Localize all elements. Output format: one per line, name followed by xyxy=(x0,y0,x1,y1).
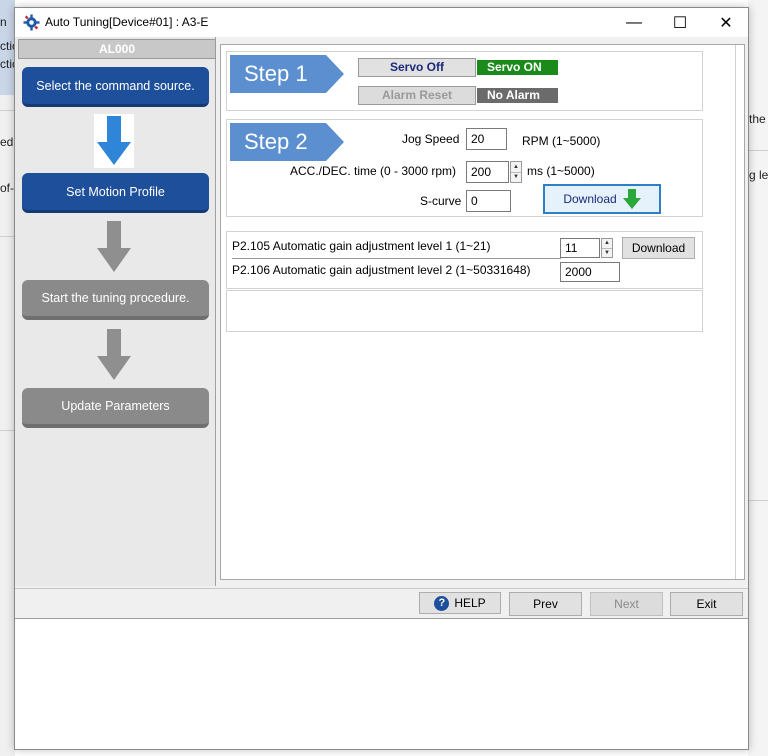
step-select-command-source[interactable]: Select the command source. xyxy=(22,67,209,107)
alarm-code-display: AL000 xyxy=(18,39,216,59)
spin-down-icon[interactable]: ▼ xyxy=(602,249,612,258)
step-label: Start the tuning procedure. xyxy=(41,291,190,305)
params-download-button[interactable]: Download xyxy=(622,237,695,259)
help-label: HELP xyxy=(454,596,486,610)
arrow-down-gray-icon xyxy=(97,221,131,272)
gain-level-1-stepper[interactable]: ▲ ▼ xyxy=(601,238,613,258)
download-label: Download xyxy=(563,192,617,206)
maximize-button[interactable]: ☐ xyxy=(657,8,703,37)
arrow-down-blue-icon xyxy=(94,114,134,168)
jog-speed-unit: RPM (1~5000) xyxy=(522,134,601,148)
auto-tuning-dialog: Auto Tuning[Device#01] : A3-E — ☐ ✕ AL00… xyxy=(14,7,749,750)
jog-speed-label: Jog Speed xyxy=(402,132,460,146)
acc-dec-unit: ms (1~5000) xyxy=(527,164,595,178)
download-arrow-icon xyxy=(622,189,641,209)
jog-speed-input[interactable]: 20 xyxy=(466,128,507,150)
spin-down-icon[interactable]: ▼ xyxy=(511,173,521,183)
next-button[interactable]: Next xyxy=(590,592,663,616)
profile-download-button[interactable]: Download xyxy=(543,184,661,214)
step2-label: Step 2 xyxy=(244,129,308,154)
steps-panel: AL000 Select the command source. Set Mot… xyxy=(15,37,216,586)
step-label: Select the command source. xyxy=(36,78,195,93)
servo-off-button[interactable]: Servo Off xyxy=(358,58,476,77)
step-set-motion-profile[interactable]: Set Motion Profile xyxy=(22,173,209,213)
acc-dec-input[interactable]: 200 xyxy=(466,161,509,183)
background-divider xyxy=(0,430,15,431)
minimize-button[interactable]: — xyxy=(611,8,657,37)
output-log-area[interactable] xyxy=(15,618,748,749)
step-label: Update Parameters xyxy=(61,399,170,413)
content-area: Step 1 Servo Off Servo ON Alarm Reset No… xyxy=(220,44,745,580)
param-label: P2.105 Automatic gain adjustment level 1… xyxy=(232,239,491,253)
param-row: P2.105 Automatic gain adjustment level 1… xyxy=(232,237,561,259)
param-row: P2.106 Automatic gain adjustment level 2… xyxy=(232,261,561,281)
alarm-reset-button[interactable]: Alarm Reset xyxy=(358,86,476,105)
background-text: the xyxy=(749,112,766,126)
spin-up-icon[interactable]: ▲ xyxy=(602,239,612,249)
acc-dec-label: ACC./DEC. time (0 - 3000 rpm) xyxy=(290,164,457,178)
background-text: ctic xyxy=(0,57,15,71)
gain-level-2-input[interactable]: 2000 xyxy=(560,262,620,282)
background-divider xyxy=(749,500,768,501)
background-divider xyxy=(0,110,15,111)
gear-icon xyxy=(23,14,40,31)
step-start-tuning-procedure[interactable]: Start the tuning procedure. xyxy=(22,280,209,320)
background-divider xyxy=(749,150,768,151)
spin-up-icon[interactable]: ▲ xyxy=(511,162,521,173)
exit-button[interactable]: Exit xyxy=(670,592,743,616)
alarm-status-badge: No Alarm xyxy=(477,88,558,103)
bottom-button-bar: ? HELP Prev Next Exit xyxy=(15,588,748,618)
background-text: of- xyxy=(0,181,15,195)
help-icon: ? xyxy=(434,595,450,611)
close-button[interactable]: ✕ xyxy=(703,8,749,37)
background-text: ctic xyxy=(0,39,15,53)
window-title: Auto Tuning[Device#01] : A3-E xyxy=(45,15,209,29)
s-curve-label: S-curve xyxy=(420,194,462,208)
s-curve-input[interactable]: 0 xyxy=(466,190,511,212)
step1-group: Step 1 Servo Off Servo ON Alarm Reset No… xyxy=(226,51,703,111)
background-text: n xyxy=(0,15,7,29)
background-text: g le xyxy=(749,168,768,182)
step-label: Set Motion Profile xyxy=(66,184,165,199)
step1-label: Step 1 xyxy=(244,61,308,86)
message-area xyxy=(226,290,703,332)
background-divider xyxy=(0,236,15,237)
arrow-down-gray-icon xyxy=(97,329,131,380)
background-text: ed xyxy=(0,135,14,149)
step-update-parameters[interactable]: Update Parameters xyxy=(22,388,209,428)
title-bar[interactable]: Auto Tuning[Device#01] : A3-E — ☐ ✕ xyxy=(15,8,748,37)
servo-status-badge: Servo ON xyxy=(477,60,558,75)
param-label: P2.106 Automatic gain adjustment level 2… xyxy=(232,263,531,277)
help-button[interactable]: ? HELP xyxy=(419,592,501,614)
prev-button[interactable]: Prev xyxy=(509,592,582,616)
parameters-group: P2.105 Automatic gain adjustment level 1… xyxy=(226,231,703,289)
content-right-divider xyxy=(735,45,736,579)
step2-group: Step 2 Jog Speed 20 RPM (1~5000) ACC./DE… xyxy=(226,119,703,217)
gain-level-1-input[interactable]: 11 xyxy=(560,238,600,258)
background-app-left xyxy=(0,0,15,756)
acc-dec-stepper[interactable]: ▲ ▼ xyxy=(510,161,522,183)
